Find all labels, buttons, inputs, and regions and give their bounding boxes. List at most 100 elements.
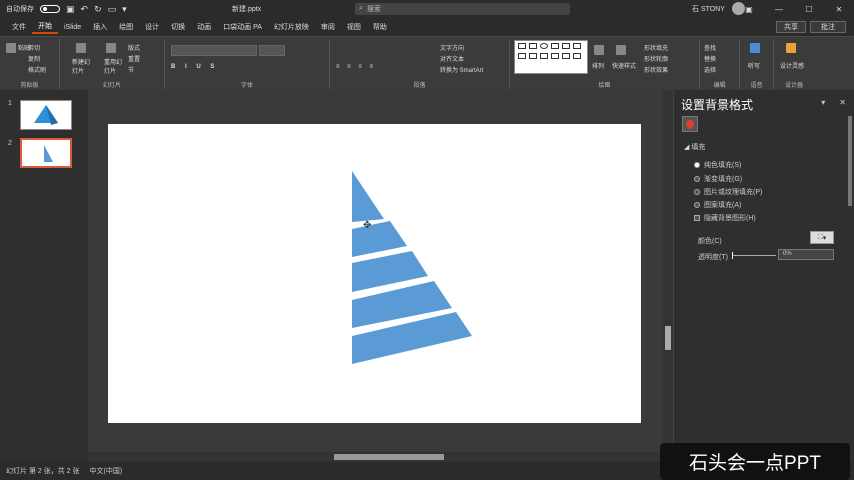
autosave-toggle[interactable] — [40, 5, 60, 13]
tab-home[interactable]: 开始 — [32, 20, 58, 34]
layout-button[interactable]: 版式 — [128, 43, 140, 52]
color-picker-button[interactable]: ⛶ ▾ — [810, 231, 834, 244]
shape-pentagon-icon[interactable] — [540, 53, 548, 59]
group-paragraph: 文字方向 对齐文本 转换为 SmartArt ≡ ≡ ≡ ≡ 段落 — [330, 39, 510, 89]
shape-rect-icon[interactable] — [518, 43, 526, 49]
vertical-scroll-thumb[interactable] — [665, 326, 671, 350]
document-title: 新建.pptx — [232, 6, 262, 13]
horizontal-scrollbar[interactable] — [88, 452, 663, 462]
maximize-icon[interactable]: ☐ — [794, 0, 824, 18]
user-name[interactable]: 石 STONY — [692, 4, 725, 14]
slide-thumbnail-1[interactable] — [20, 100, 72, 130]
reuse-slides-button[interactable] — [106, 43, 118, 53]
new-slide-icon — [76, 43, 86, 53]
tab-pocket-animation[interactable]: 口袋动画 PA — [217, 20, 268, 34]
transparency-input[interactable]: 0% — [778, 249, 834, 260]
dictate-button[interactable] — [750, 43, 762, 53]
hide-background-graphics-option[interactable]: 隐藏背景图形(H) — [694, 213, 756, 223]
reset-button[interactable]: 重置 — [128, 54, 140, 63]
shape-star-icon[interactable] — [551, 53, 559, 59]
text-direction-button[interactable]: 文字方向 — [440, 43, 464, 52]
color-label: 颜色(C) — [698, 238, 722, 245]
shape-outline-button[interactable]: 形状轮廓 — [644, 54, 668, 63]
language-indicator[interactable]: 中文(中国) — [90, 466, 123, 476]
share-button[interactable]: 共享 — [776, 21, 806, 33]
shape-effects-button[interactable]: 形状效果 — [644, 65, 668, 74]
replace-button[interactable]: 替换 — [704, 54, 716, 63]
shape-textbox-icon[interactable] — [529, 43, 537, 49]
watermark: 石头会一点PPT — [660, 443, 850, 480]
picture-fill-option[interactable]: 图片或纹理填充(P) — [694, 187, 762, 197]
tab-design[interactable]: 设计 — [139, 20, 165, 34]
pane-scroll-thumb[interactable] — [848, 116, 852, 206]
slide-thumbnails-pane: 1 2 — [0, 90, 88, 460]
shape-callout-icon[interactable] — [562, 53, 570, 59]
tab-review[interactable]: 审阅 — [315, 20, 341, 34]
shape-brace-icon[interactable] — [573, 53, 581, 59]
shape-oval-icon[interactable] — [540, 43, 548, 49]
shape-rounded-icon[interactable] — [551, 43, 559, 49]
fill-bucket-icon[interactable] — [682, 116, 698, 132]
minimize-icon[interactable]: — — [764, 0, 794, 18]
save-icon[interactable]: ▣ — [66, 4, 75, 14]
convert-smartart-button[interactable]: 转换为 SmartArt — [440, 65, 483, 74]
slide-thumbnail-2[interactable] — [20, 138, 72, 168]
font-size-select[interactable] — [259, 45, 285, 56]
copy-button[interactable]: 复制 — [28, 54, 40, 63]
pane-close-icon[interactable]: ✕ — [839, 98, 846, 107]
comments-button[interactable]: 批注 — [810, 21, 846, 33]
shape-arrow-icon[interactable] — [573, 43, 581, 49]
group-editing: 查找 替换 选择 编辑 — [700, 39, 740, 89]
arrange-button[interactable] — [594, 45, 606, 55]
shape-line-icon[interactable] — [518, 53, 526, 59]
paste-button[interactable]: 粘贴 — [6, 43, 30, 54]
pyramid-thumbnail — [34, 105, 58, 125]
tab-help[interactable]: 帮助 — [367, 20, 393, 34]
redo-icon[interactable]: ↻ — [94, 4, 102, 14]
pyramid-level-1[interactable] — [352, 171, 384, 222]
gradient-fill-option[interactable]: 渐变填充(G) — [694, 174, 742, 184]
tab-transitions[interactable]: 切换 — [165, 20, 191, 34]
find-button[interactable]: 查找 — [704, 43, 716, 52]
tab-draw[interactable]: 绘图 — [113, 20, 139, 34]
tab-islide[interactable]: iSlide — [58, 20, 87, 34]
tab-animations[interactable]: 动画 — [191, 20, 217, 34]
customize-qat-icon[interactable]: ▾ — [122, 4, 127, 14]
align-buttons[interactable]: ≡ ≡ ≡ ≡ — [336, 64, 376, 70]
ribbon: 粘贴 剪切 复制 格式刷 剪贴板 新建幻灯片 重用幻灯片 版式 重置 节 幻灯片… — [0, 36, 854, 90]
horizontal-scroll-thumb[interactable] — [334, 454, 444, 460]
quick-styles-button[interactable] — [616, 45, 628, 55]
slide[interactable]: ✥ — [108, 124, 641, 423]
align-text-button[interactable]: 对齐文本 — [440, 54, 464, 63]
solid-fill-option[interactable]: 纯色填充(S) — [694, 160, 741, 170]
shape-triangle-icon[interactable] — [562, 43, 570, 49]
tab-insert[interactable]: 插入 — [87, 20, 113, 34]
font-family-select[interactable] — [171, 45, 257, 56]
pyramid-level-2[interactable] — [352, 221, 407, 257]
shapes-gallery[interactable] — [514, 40, 588, 74]
cut-button[interactable]: 剪切 — [28, 43, 40, 52]
tab-view[interactable]: 视图 — [341, 20, 367, 34]
fill-section-header[interactable]: ◢ 填充 — [684, 142, 705, 152]
pane-scrollbar[interactable] — [848, 116, 852, 456]
undo-icon[interactable]: ↶ — [81, 4, 89, 14]
ribbon-display-icon[interactable]: ▣ — [734, 0, 764, 18]
pane-options-icon[interactable]: ▾ — [821, 98, 825, 107]
pattern-fill-option[interactable]: 图案填充(A) — [694, 200, 741, 210]
new-slide-button[interactable] — [76, 43, 88, 53]
transparency-slider[interactable] — [732, 252, 776, 259]
present-icon[interactable]: ▭ — [108, 4, 117, 14]
font-style-buttons[interactable]: B I U S — [171, 64, 218, 70]
section-button[interactable]: 节 — [128, 65, 134, 74]
group-slides: 新建幻灯片 重用幻灯片 版式 重置 节 幻灯片 — [60, 39, 165, 89]
close-icon[interactable]: ✕ — [824, 0, 854, 18]
tab-slideshow[interactable]: 幻灯片放映 — [268, 20, 315, 34]
shape-fill-button[interactable]: 形状填充 — [644, 43, 668, 52]
design-ideas-button[interactable] — [786, 43, 798, 53]
vertical-scrollbar[interactable] — [663, 90, 673, 452]
shape-bracket-icon[interactable] — [529, 53, 537, 59]
format-painter-button[interactable]: 格式刷 — [28, 65, 46, 74]
tab-file[interactable]: 文件 — [6, 20, 32, 34]
search-input[interactable]: ⌕ 搜索 — [355, 3, 570, 15]
select-button[interactable]: 选择 — [704, 65, 716, 74]
